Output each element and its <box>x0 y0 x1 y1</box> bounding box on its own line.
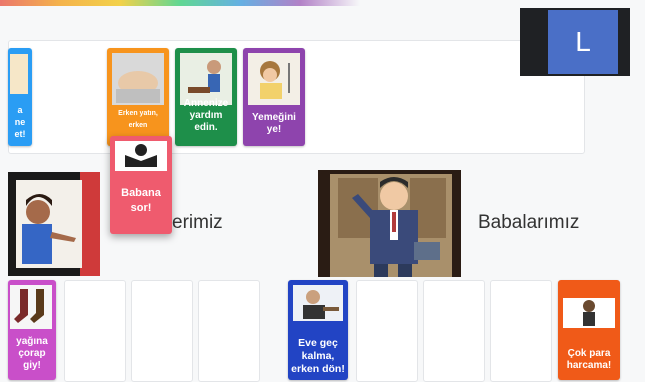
card-text: Annenize yardım edin. <box>183 98 229 133</box>
card-home-early[interactable]: Eve geç kalma, erken dön! <box>288 280 348 380</box>
card-text: a ne et! <box>14 105 26 139</box>
avatar: L <box>548 10 618 74</box>
card-text: Yemeğini ye! <box>252 112 296 135</box>
fathers-image <box>318 170 461 277</box>
card-ask-dad-dragging[interactable]: Babana sor! <box>110 136 172 234</box>
rainbow-bar <box>0 0 360 6</box>
card-image <box>10 285 52 329</box>
card-image <box>293 285 343 321</box>
category-label-mothers: erimiz <box>172 212 223 233</box>
card-sleep-early[interactable]: Erken yatın, erken <box>107 48 169 146</box>
card-blue-partial[interactable]: a ne et! <box>8 48 32 146</box>
card-help-mom[interactable]: Annenize yardım edin. <box>175 48 237 146</box>
drop-slot-3[interactable] <box>198 280 260 382</box>
drop-slot-2[interactable] <box>131 280 193 382</box>
card-image <box>10 54 28 94</box>
card-image <box>115 141 167 171</box>
mothers-image <box>8 172 100 276</box>
category-label-fathers: Babalarımız <box>478 212 580 233</box>
card-image <box>563 298 615 328</box>
drop-slot-5[interactable] <box>423 280 485 382</box>
card-spend[interactable]: Çok para harcama! <box>558 280 620 380</box>
drop-slot-1[interactable] <box>64 280 126 382</box>
card-socks[interactable]: yağına çorap giy! <box>8 280 56 380</box>
card-text: Erken yatın, erken <box>118 110 158 129</box>
drop-slot-6[interactable] <box>490 280 552 382</box>
card-text: Eve geç kalma, erken dön! <box>291 337 345 375</box>
card-text: Çok para harcama! <box>566 348 612 371</box>
card-image <box>112 53 164 105</box>
drop-slot-4[interactable] <box>356 280 418 382</box>
card-image <box>248 53 300 105</box>
card-text: yağına çorap giy! <box>16 336 48 371</box>
participant-video: L <box>520 8 630 76</box>
card-eat[interactable]: Yemeğini ye! <box>243 48 305 146</box>
card-text: Babana sor! <box>121 187 161 214</box>
